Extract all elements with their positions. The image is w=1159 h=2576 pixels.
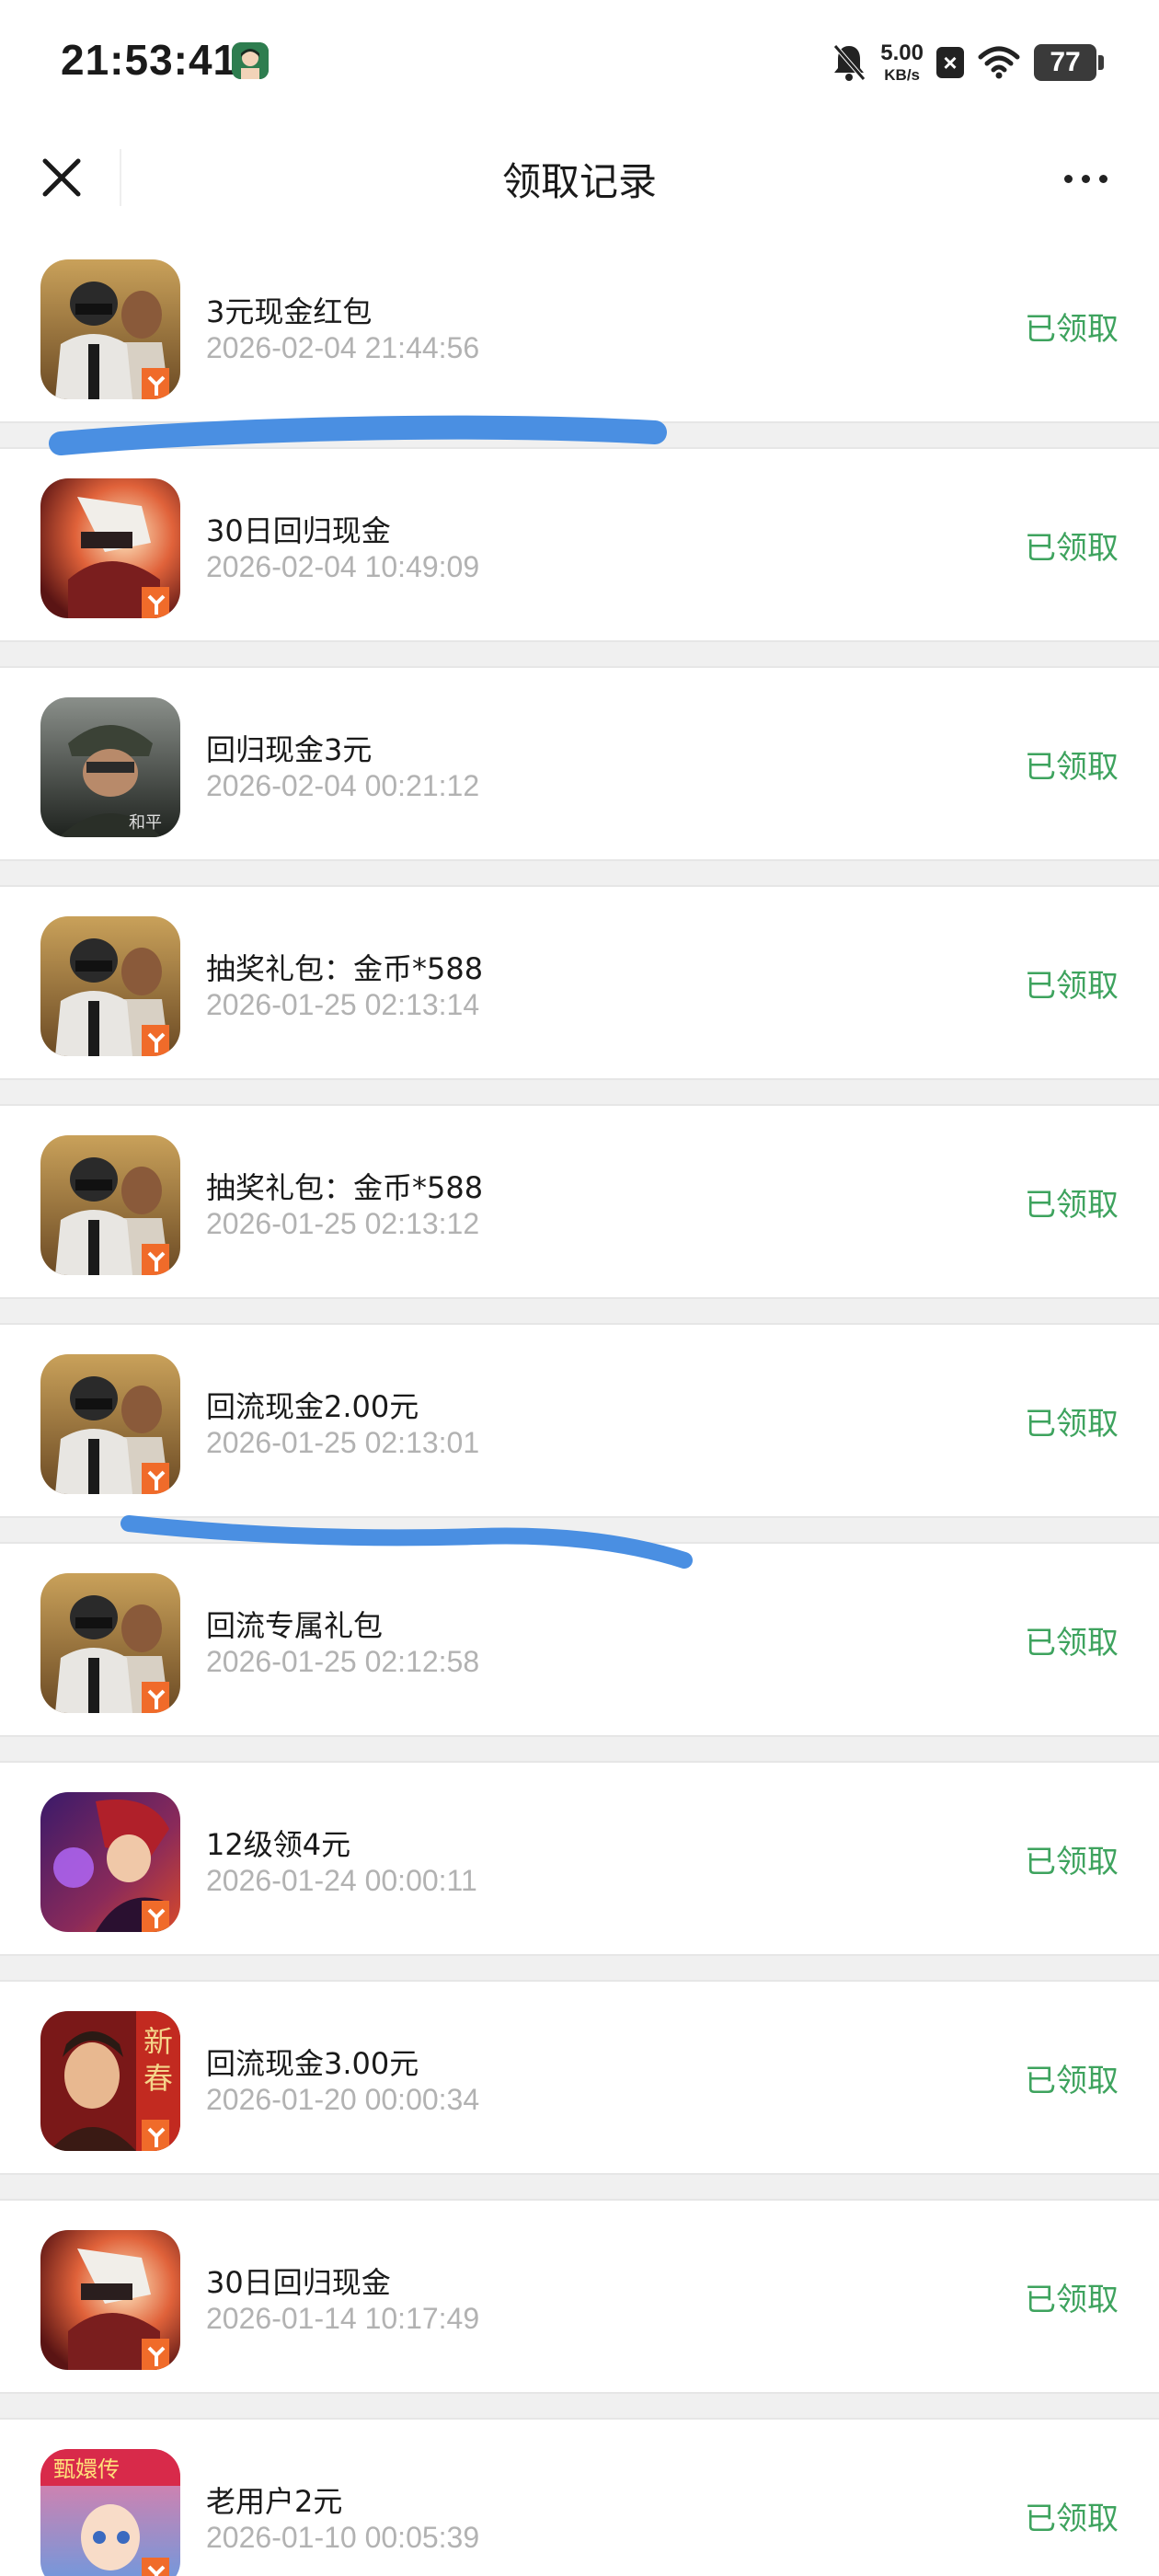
svg-text:春: 春 [143,2061,173,2096]
game-icon-xinchun: 新 春 [40,2011,180,2151]
row-separator [0,1516,1159,1544]
wifi-icon [977,44,1021,81]
record-row[interactable]: 回流现金2.00元 2026-01-25 02:13:01 已领取 [0,1325,1159,1516]
svg-text:和平: 和平 [129,813,162,833]
game-icon-soldier: 和平 [40,697,180,837]
row-separator [0,2173,1159,2201]
record-row[interactable]: 30日回归现金 2026-01-14 10:17:49 已领取 [0,2201,1159,2392]
row-separator [0,421,1159,449]
game-icon-pubg [40,916,180,1056]
record-time: 2026-01-25 02:13:01 [206,1426,480,1459]
network-speed-value: 5.00 [880,40,924,65]
record-title: 回流现金2.00元 [206,1389,419,1424]
record-title: 12级领4元 [206,1827,351,1862]
game-icon-pubg [40,1135,180,1275]
record-status: 已领取 [1025,2282,1119,2318]
record-status: 已领取 [1025,1844,1119,1880]
app-notification-icon [232,42,269,79]
record-title: 回流现金3.00元 [206,2046,419,2081]
row-separator [0,1735,1159,1763]
row-separator [0,1078,1159,1106]
game-icon-dnf [40,478,180,618]
game-icon-pubg [40,259,180,399]
record-status: 已领取 [1025,1187,1119,1224]
page-title: 领取记录 [501,159,657,204]
status-bar: 21:53:41 5.00 KB/s × 77 [0,0,1159,129]
row-separator [0,1954,1159,1982]
record-title: 30日回归现金 [206,513,391,548]
record-row[interactable]: 甄嬛传 老用户2元 2026-01-10 00:05:39 已领取 [0,2420,1159,2576]
row-separator [0,1297,1159,1325]
record-time: 2026-01-10 00:05:39 [206,2521,480,2554]
record-status: 已领取 [1025,2501,1119,2537]
network-speed: 5.00 KB/s [880,40,924,84]
record-title: 抽奖礼包：金币*588 [206,951,484,986]
record-row[interactable]: 12级领4元 2026-01-24 00:00:11 已领取 [0,1763,1159,1954]
record-status: 已领取 [1025,530,1119,567]
network-speed-unit: KB/s [884,66,920,84]
record-row[interactable]: 和平 回归现金3元 2026-02-04 00:21:12 已领取 [0,668,1159,859]
record-title: 老用户2元 [206,2484,343,2519]
record-time: 2026-01-14 10:17:49 [206,2302,480,2335]
row-separator [0,640,1159,668]
record-time: 2026-01-25 02:13:14 [206,988,480,1021]
record-title: 3元现金红包 [206,294,373,329]
record-row[interactable]: 30日回归现金 2026-02-04 10:49:09 已领取 [0,449,1159,640]
close-box-icon: × [936,47,964,78]
record-time: 2026-01-24 00:00:11 [206,1864,477,1897]
status-time: 21:53:41 [61,36,238,84]
record-row[interactable]: 抽奖礼包：金币*588 2026-01-25 02:13:12 已领取 [0,1106,1159,1297]
game-icon-pubg [40,1573,180,1713]
record-time: 2026-02-04 21:44:56 [206,331,480,364]
record-time: 2026-01-25 02:13:12 [206,1207,480,1240]
record-status: 已领取 [1025,749,1119,786]
row-separator [0,859,1159,887]
record-time: 2026-02-04 10:49:09 [206,550,480,583]
record-list: 3元现金红包 2026-02-04 21:44:56 已领取 30日回归现金 2026… [0,230,1159,2576]
record-time: 2026-01-20 00:00:34 [206,2083,480,2116]
game-icon-pubg [40,1354,180,1494]
record-title: 回流专属礼包 [206,1608,384,1643]
record-status: 已领取 [1025,311,1119,348]
battery-icon: 77 [1034,44,1104,81]
game-icon-anime: 甄嬛传 [40,2449,180,2576]
battery-level: 77 [1034,44,1096,81]
record-status: 已领取 [1025,968,1119,1005]
svg-text:甄嬛传: 甄嬛传 [53,2456,120,2482]
record-status: 已领取 [1025,2063,1119,2099]
svg-text:新: 新 [143,2024,173,2059]
record-status: 已领取 [1025,1625,1119,1662]
record-title: 回归现金3元 [206,732,373,767]
record-row[interactable]: 新 春 回流现金3.00元 2026-01-20 00:00:34 已领取 [0,1982,1159,2173]
record-title: 30日回归现金 [206,2265,391,2300]
record-row[interactable]: 抽奖礼包：金币*588 2026-01-25 02:13:14 已领取 [0,887,1159,1078]
nav-bar: 领取记录 [0,129,1159,230]
game-icon-kof [40,1792,180,1932]
row-separator [0,2392,1159,2420]
bell-muted-icon [831,42,867,83]
record-time: 2026-01-25 02:12:58 [206,1645,480,1678]
record-time: 2026-02-04 00:21:12 [206,769,480,802]
record-status: 已领取 [1025,1406,1119,1443]
record-row[interactable]: 3元现金红包 2026-02-04 21:44:56 已领取 [0,230,1159,421]
record-title: 抽奖礼包：金币*588 [206,1170,484,1205]
more-dots-icon[interactable] [1049,151,1122,206]
record-row[interactable]: 回流专属礼包 2026-01-25 02:12:58 已领取 [0,1544,1159,1735]
game-icon-dnf [40,2230,180,2370]
